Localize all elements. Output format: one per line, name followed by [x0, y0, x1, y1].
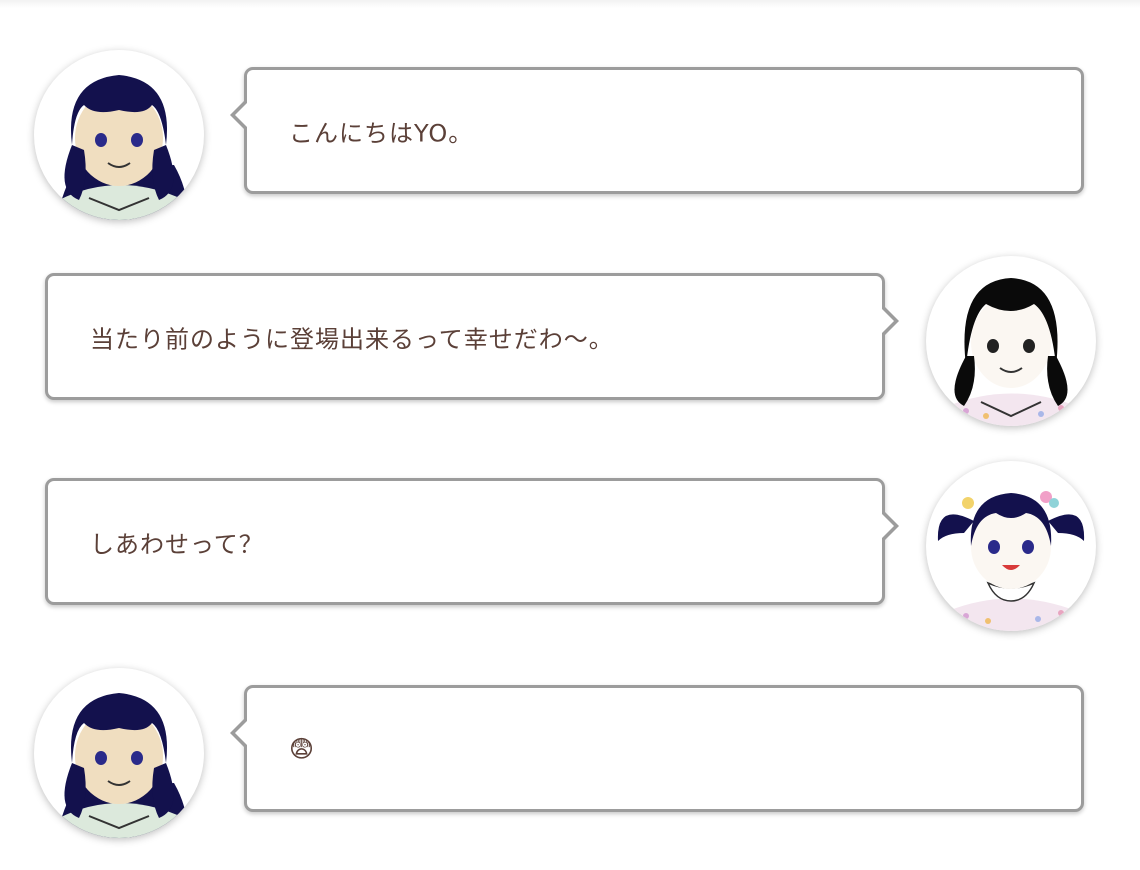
navy-hair-girl-face-icon — [51, 75, 192, 220]
top-divider — [0, 0, 1140, 8]
chat-bubble: しあわせって？ — [45, 478, 899, 605]
chat-message-text: しあわせって？ — [90, 530, 264, 558]
bubble-tail-fill — [881, 308, 894, 334]
black-hair-girl-face-icon — [942, 278, 1084, 426]
navy-hair-girl-face-icon — [51, 693, 192, 838]
chat-message-text: 当たり前のように登場出来るって幸せだわ〜。 — [90, 325, 614, 353]
avatar-navy-hair-girl — [34, 668, 204, 838]
chat-message-text: こんにちはYO。 — [289, 119, 474, 147]
bubble-tail-fill — [235, 102, 248, 128]
chat-bubble: 当たり前のように登場出来るって幸せだわ〜。 — [45, 273, 899, 400]
bubble-tail-fill — [235, 720, 248, 746]
avatar-black-hair-girl — [926, 256, 1096, 426]
chat-bubble: こんにちはYO。 — [230, 67, 1084, 194]
avatar-navy-hair-girl — [34, 50, 204, 220]
fearful-face-emoji: 😨 — [289, 734, 316, 763]
chat-bubble: 😨 — [230, 685, 1084, 812]
pigtails-girl-face-icon — [937, 491, 1085, 631]
avatar-pigtails-girl — [926, 461, 1096, 631]
bubble-tail-fill — [881, 513, 894, 539]
